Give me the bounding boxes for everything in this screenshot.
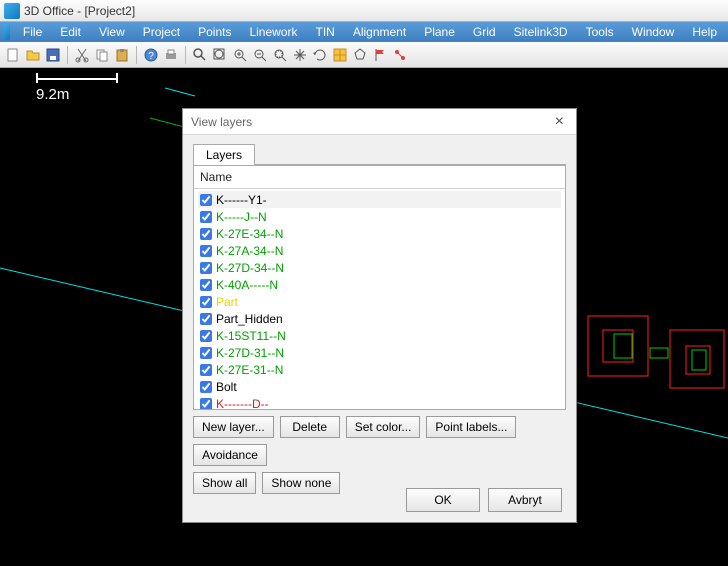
cancel-button[interactable]: Avbryt bbox=[488, 488, 562, 512]
layer-checkbox[interactable] bbox=[200, 211, 212, 223]
scale-bar: 9.2m bbox=[0, 78, 160, 118]
zoom-in-icon[interactable] bbox=[231, 46, 249, 64]
layer-name: K-------D-- bbox=[216, 397, 269, 410]
layer-checkbox[interactable] bbox=[200, 279, 212, 291]
show-none-button[interactable]: Show none bbox=[262, 472, 340, 494]
layer-name: Part bbox=[216, 295, 238, 309]
layer-row[interactable]: K-----J--N bbox=[198, 208, 561, 225]
layer-name: K------Y1- bbox=[216, 193, 267, 207]
layer-name: K-27E-34--N bbox=[216, 227, 283, 241]
layer-checkbox[interactable] bbox=[200, 398, 212, 410]
layer-row[interactable]: K-15ST11--N bbox=[198, 327, 561, 344]
open-icon[interactable] bbox=[24, 46, 42, 64]
layer-checkbox[interactable] bbox=[200, 262, 212, 274]
menu-view[interactable]: View bbox=[90, 23, 134, 41]
layer-row[interactable]: K-------D-- bbox=[198, 395, 561, 409]
title-bar: 3D Office - [Project2] bbox=[0, 0, 728, 22]
dialog-titlebar[interactable]: View layers × bbox=[183, 109, 576, 135]
layer-row[interactable]: K-27E-34--N bbox=[198, 225, 561, 242]
find-icon[interactable] bbox=[191, 46, 209, 64]
layer-name: K-15ST11--N bbox=[216, 329, 286, 343]
menu-project[interactable]: Project bbox=[134, 23, 189, 41]
menu-edit[interactable]: Edit bbox=[51, 23, 90, 41]
layer-row[interactable]: Bolt bbox=[198, 378, 561, 395]
new-layer-button[interactable]: New layer... bbox=[193, 416, 274, 438]
copy-icon[interactable] bbox=[93, 46, 111, 64]
menu-plane[interactable]: Plane bbox=[415, 23, 464, 41]
layer-checkbox[interactable] bbox=[200, 347, 212, 359]
close-icon[interactable]: × bbox=[551, 113, 568, 131]
layer-name: K-27E-31--N bbox=[216, 363, 283, 377]
scale-label: 9.2m bbox=[36, 86, 69, 103]
layer-checkbox[interactable] bbox=[200, 364, 212, 376]
layer-row[interactable]: K-40A-----N bbox=[198, 276, 561, 293]
layer-checkbox[interactable] bbox=[200, 296, 212, 308]
menu-grid[interactable]: Grid bbox=[464, 23, 505, 41]
app-icon bbox=[4, 3, 20, 19]
paste-icon[interactable] bbox=[113, 46, 131, 64]
layer-name: K-27D-31--N bbox=[216, 346, 284, 360]
layer-row[interactable]: K-27E-31--N bbox=[198, 361, 561, 378]
point-labels-button[interactable]: Point labels... bbox=[426, 416, 516, 438]
zoom-extents-icon[interactable] bbox=[211, 46, 229, 64]
menu-points[interactable]: Points bbox=[189, 23, 240, 41]
layer-checkbox[interactable] bbox=[200, 381, 212, 393]
layer-checkbox[interactable] bbox=[200, 245, 212, 257]
menu-sitelink3d[interactable]: Sitelink3D bbox=[505, 23, 577, 41]
menu-tin[interactable]: TIN bbox=[306, 23, 343, 41]
layer-row[interactable]: K------Y1- bbox=[198, 191, 561, 208]
print-icon[interactable] bbox=[162, 46, 180, 64]
polygon-icon[interactable] bbox=[351, 46, 369, 64]
view-layers-dialog: View layers × Layers Name K------Y1- K---… bbox=[182, 108, 577, 523]
menu-file[interactable]: File bbox=[14, 23, 51, 41]
layer-name: K-27A-34--N bbox=[216, 244, 283, 258]
menu-alignment[interactable]: Alignment bbox=[344, 23, 415, 41]
tab-layers[interactable]: Layers bbox=[193, 144, 255, 165]
grid-icon[interactable] bbox=[331, 46, 349, 64]
layer-checkbox[interactable] bbox=[200, 228, 212, 240]
new-icon[interactable] bbox=[4, 46, 22, 64]
show-all-button[interactable]: Show all bbox=[193, 472, 256, 494]
layer-checkbox[interactable] bbox=[200, 194, 212, 206]
svg-text:?: ? bbox=[148, 51, 154, 62]
menu-linework[interactable]: Linework bbox=[240, 23, 306, 41]
layer-name: K-27D-34--N bbox=[216, 261, 284, 275]
layer-checkbox[interactable] bbox=[200, 330, 212, 342]
set-color-button[interactable]: Set color... bbox=[346, 416, 421, 438]
dialog-title: View layers bbox=[191, 115, 252, 129]
layer-row[interactable]: K-27D-31--N bbox=[198, 344, 561, 361]
layer-name: Bolt bbox=[216, 380, 237, 394]
delete-button[interactable]: Delete bbox=[280, 416, 340, 438]
layer-checkbox[interactable] bbox=[200, 313, 212, 325]
layer-row[interactable]: Part bbox=[198, 293, 561, 310]
flag-icon[interactable] bbox=[371, 46, 389, 64]
zoom-window-icon[interactable] bbox=[271, 46, 289, 64]
layer-name: Part_Hidden bbox=[216, 312, 283, 326]
menu-help[interactable]: Help bbox=[683, 23, 726, 41]
layer-name: K-----J--N bbox=[216, 210, 267, 224]
help-icon[interactable]: ? bbox=[142, 46, 160, 64]
layer-row[interactable]: K-27D-34--N bbox=[198, 259, 561, 276]
layer-row[interactable]: K-27A-34--N bbox=[198, 242, 561, 259]
ok-button[interactable]: OK bbox=[406, 488, 480, 512]
menu-window[interactable]: Window bbox=[623, 23, 684, 41]
cut-icon[interactable] bbox=[73, 46, 91, 64]
menu-tools[interactable]: Tools bbox=[577, 23, 623, 41]
layer-name: K-40A-----N bbox=[216, 278, 278, 292]
rotate-icon[interactable] bbox=[311, 46, 329, 64]
layer-row[interactable]: Part_Hidden bbox=[198, 310, 561, 327]
menu-bar: FileEditViewProjectPointsLineworkTINAlig… bbox=[0, 22, 728, 42]
layers-list: Name K------Y1- K-----J--N K-27E-34--N K-27… bbox=[193, 165, 566, 410]
pan-icon[interactable] bbox=[291, 46, 309, 64]
save-icon[interactable] bbox=[44, 46, 62, 64]
menubar-app-icon bbox=[4, 24, 10, 40]
toolbar: ? bbox=[0, 42, 728, 68]
column-header-name[interactable]: Name bbox=[194, 166, 565, 189]
zoom-out-icon[interactable] bbox=[251, 46, 269, 64]
measure-icon[interactable] bbox=[391, 46, 409, 64]
avoidance-button[interactable]: Avoidance bbox=[193, 444, 267, 466]
window-title: 3D Office - [Project2] bbox=[24, 4, 135, 18]
